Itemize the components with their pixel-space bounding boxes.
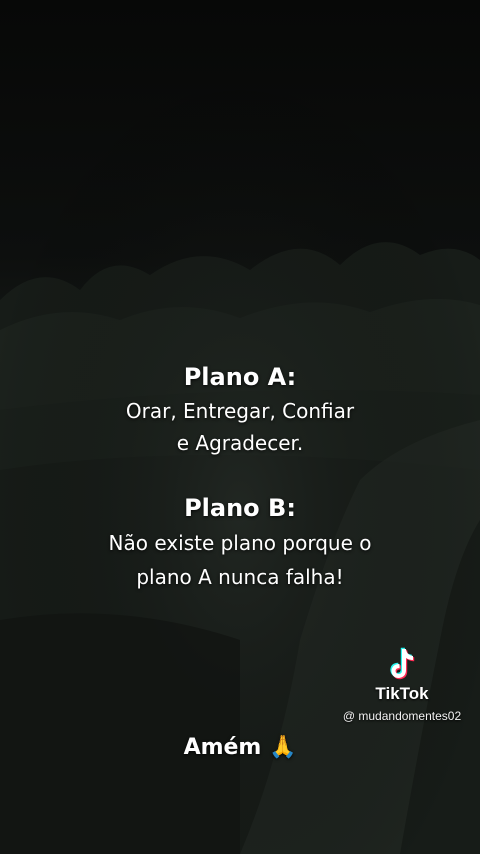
plan-a-heading: Plano A: [183, 363, 297, 391]
amen-text: Amém 🙏 [0, 732, 480, 764]
plan-a-line-2: e Agradecer. [176, 431, 304, 455]
amen-label: Amém [183, 735, 262, 760]
plan-a-line-1: Orar, Entregar, Confiar [125, 399, 355, 423]
praying-hands-icon: 🙏 [269, 735, 297, 760]
tiktok-logo-icon [390, 647, 415, 680]
creator-handle: @ mudandomentes02 [342, 709, 462, 723]
tiktok-watermark: TikTok @ mudandomentes02 [332, 646, 472, 724]
plan-b-heading: Plano B: [184, 494, 296, 522]
tiktok-brand-label: TikTok [375, 684, 429, 703]
plan-b-line-1: Não existe plano porque o [108, 531, 372, 555]
plan-b-line-2: plano A nunca falha! [136, 565, 344, 589]
